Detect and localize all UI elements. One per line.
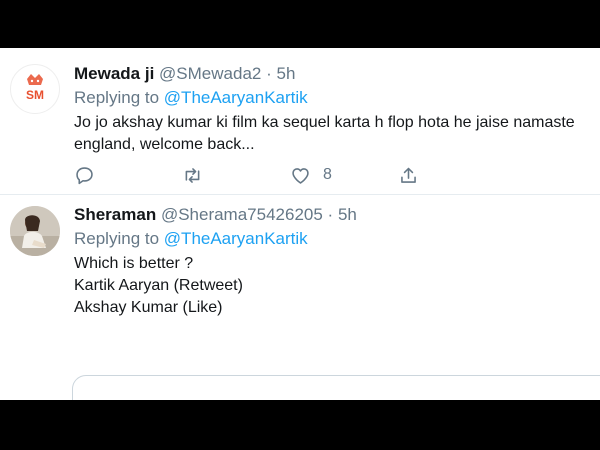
tweet-content: Mewada ji @SMewada2 · 5h Replying to @Th… (74, 63, 590, 156)
avatar[interactable]: SM (10, 64, 60, 114)
tweet-header: Sheraman @Sherama75426205 · 5h (74, 204, 590, 226)
timestamp[interactable]: 5h (277, 64, 296, 83)
timestamp[interactable]: 5h (338, 205, 357, 224)
reply-button[interactable] (74, 163, 107, 187)
avatar-text: SM (26, 88, 44, 102)
tweet-text-line: Jo jo akshay kumar ki film ka sequel kar… (74, 114, 575, 131)
like-button[interactable]: 8 (290, 163, 332, 187)
replying-to: Replying to @TheAaryanKartik (74, 87, 590, 109)
reply-icon (76, 166, 93, 184)
tweet-text: Jo jo akshay kumar ki film ka sequel kar… (74, 112, 590, 156)
media-card[interactable] (72, 375, 600, 400)
replying-to-label: Replying to (74, 229, 160, 248)
share-icon (401, 167, 416, 183)
mention-link[interactable]: @TheAaryanKartik (164, 229, 308, 248)
tweet-content: Sheraman @Sherama75426205 · 5h Replying … (74, 204, 590, 319)
replying-to-label: Replying to (74, 88, 160, 107)
mention-link[interactable]: @TheAaryanKartik (164, 88, 308, 107)
retweet-button[interactable] (182, 163, 215, 187)
user-handle[interactable]: @Sherama75426205 (161, 205, 323, 224)
tweet-text-line: england, welcome back... (74, 136, 255, 153)
user-handle[interactable]: @SMewada2 (159, 64, 261, 83)
share-button[interactable] (398, 163, 419, 187)
profile-photo-icon (10, 206, 60, 256)
display-name[interactable]: Mewada ji (74, 64, 154, 83)
tweet-text-line: Which is better ? (74, 255, 194, 272)
separator-dot: · (327, 205, 334, 224)
reply-tweet[interactable]: Sheraman @Sherama75426205 · 5h Replying … (0, 195, 600, 400)
like-icon (292, 167, 309, 184)
tweet-thread: SM Mewada ji @SMewada2 · 5h Replying to … (0, 48, 600, 400)
replying-to: Replying to @TheAaryanKartik (74, 228, 590, 250)
like-count: 8 (323, 166, 332, 183)
tweet-text-line: Kartik Aaryan (Retweet) (74, 277, 243, 294)
sm-logo-icon: SM (12, 66, 58, 112)
tweet-actions: 8 (74, 163, 424, 187)
tweet-text-line: Akshay Kumar (Like) (74, 299, 223, 316)
tweet-text: Which is better ? Kartik Aaryan (Retweet… (74, 253, 590, 319)
separator-dot: · (266, 64, 272, 83)
retweet-icon (185, 167, 200, 183)
reply-tweet[interactable]: SM Mewada ji @SMewada2 · 5h Replying to … (0, 48, 600, 195)
avatar[interactable] (10, 206, 60, 256)
tweet-header: Mewada ji @SMewada2 · 5h (74, 63, 590, 85)
display-name[interactable]: Sheraman (74, 205, 156, 224)
